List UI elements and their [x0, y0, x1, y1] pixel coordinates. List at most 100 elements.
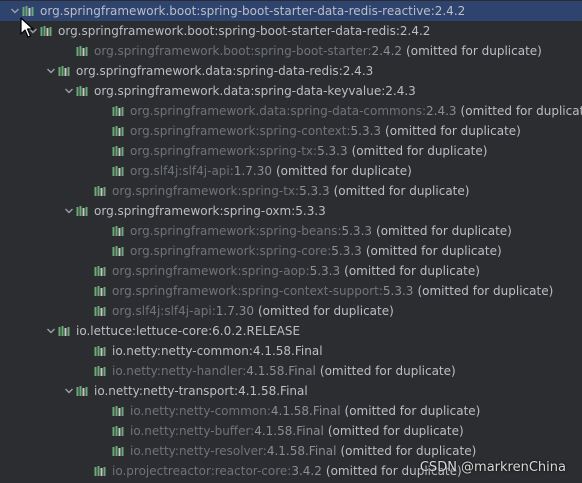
- tree-row[interactable]: org.springframework:spring-context:5.3.3…: [0, 121, 582, 141]
- dependency-artifact: netty-common: [178, 404, 267, 418]
- omitted-note: (omitted for duplicate): [275, 164, 412, 178]
- library-icon: [112, 101, 126, 121]
- dependency-artifact: spring-core: [259, 244, 328, 258]
- watermark: CSDN @markrenChina: [419, 460, 566, 475]
- omitted-note: (omitted for duplicate): [460, 104, 582, 118]
- tree-row[interactable]: org.springframework.boot:spring-boot-sta…: [0, 41, 582, 61]
- omitted-note: (omitted for duplicate): [327, 424, 464, 438]
- dependency-group: org.springframework: [130, 224, 256, 238]
- library-icon: [112, 401, 126, 421]
- tree-row[interactable]: org.springframework:spring-tx:5.3.3 (omit…: [0, 181, 582, 201]
- dependency-group: org.springframework.boot: [94, 44, 251, 58]
- tree-row[interactable]: org.springframework:spring-oxm:5.3.3: [0, 201, 582, 221]
- tree-row[interactable]: org.springframework.data:spring-data-red…: [0, 61, 582, 81]
- dependency-artifact: spring-tx: [259, 144, 314, 158]
- dependency-coordinate: org.springframework.boot:spring-boot-sta…: [58, 24, 430, 38]
- library-icon: [58, 61, 72, 81]
- library-icon: [94, 361, 108, 381]
- tree-row[interactable]: org.springframework.boot:spring-boot-sta…: [0, 21, 582, 41]
- library-icon: [112, 441, 126, 461]
- dependency-artifact: reactor-core: [214, 464, 288, 478]
- dependency-version: 5.3.3: [309, 264, 341, 278]
- library-icon: [112, 141, 126, 161]
- tree-row[interactable]: org.springframework:spring-aop:5.3.3 (omi…: [0, 261, 582, 281]
- dependency-version: 3.4.2: [291, 464, 322, 478]
- library-icon: [112, 421, 126, 441]
- omitted-note: (omitted for duplicate): [344, 404, 481, 418]
- library-icon: [112, 121, 126, 141]
- dependency-artifact: spring-beans: [259, 224, 338, 238]
- chevron-down-icon[interactable]: [62, 81, 76, 101]
- tree-row[interactable]: io.lettuce:lettuce-core:6.0.2.RELEASE: [0, 321, 582, 341]
- library-icon: [94, 261, 108, 281]
- dependency-artifact: spring-data-keyvalue: [254, 84, 382, 98]
- library-icon: [94, 181, 108, 201]
- dependency-version: 2.4.3: [426, 104, 457, 118]
- tree-row[interactable]: io.netty:netty-resolver:4.1.58.Final (omi…: [0, 441, 582, 461]
- dependency-version: 2.4.3: [385, 84, 416, 98]
- dependency-artifact: spring-data-redis: [236, 64, 339, 78]
- library-icon: [112, 221, 126, 241]
- omitted-note: (omitted for duplicate): [417, 284, 554, 298]
- tree-row[interactable]: org.springframework:spring-tx:5.3.3 (omit…: [0, 141, 582, 161]
- dependency-version: 6.0.2.RELEASE: [212, 324, 301, 338]
- chevron-down-icon[interactable]: [62, 381, 76, 401]
- omitted-note: (omitted for duplicate): [344, 264, 480, 278]
- dependency-coordinate: org.springframework:spring-tx:5.3.3: [112, 184, 330, 198]
- dependency-artifact: lettuce-core: [136, 324, 209, 338]
- dependency-artifact: spring-boot-starter-data-redis-reactive: [200, 4, 431, 18]
- dependency-version: 5.3.3: [299, 184, 330, 198]
- library-icon: [112, 241, 126, 261]
- tree-row[interactable]: org.springframework.data:spring-data-key…: [0, 81, 582, 101]
- dependency-version: 2.4.2: [371, 44, 403, 58]
- dependency-version: 5.3.3: [341, 224, 373, 238]
- tree-row[interactable]: org.slf4j:slf4j-api:1.7.30 (omitted for d…: [0, 301, 582, 321]
- dependency-artifact: spring-context: [259, 124, 347, 138]
- library-icon: [40, 21, 54, 41]
- dependency-coordinate: io.netty:netty-transport:4.1.58.Final: [94, 384, 308, 398]
- tree-row[interactable]: org.springframework:spring-beans:5.3.3 (o…: [0, 221, 582, 241]
- omitted-note: (omitted for duplicate): [319, 364, 456, 378]
- dependency-coordinate: org.slf4j:slf4j-api:1.7.30: [130, 164, 272, 178]
- dependency-group: org.slf4j: [112, 304, 161, 318]
- omitted-note: (omitted for duplicate): [385, 124, 521, 138]
- chevron-down-icon[interactable]: [44, 321, 58, 341]
- dependency-group: org.springframework.data: [76, 64, 233, 78]
- dependency-coordinate: org.springframework:spring-aop:5.3.3: [112, 264, 340, 278]
- tree-row[interactable]: org.slf4j:slf4j-api:1.7.30 (omitted for d…: [0, 161, 582, 181]
- dependency-coordinate: io.projectreactor:reactor-core:3.4.2: [112, 464, 322, 478]
- dependency-version: 2.4.2: [399, 24, 431, 38]
- omitted-note: (omitted for duplicate): [365, 244, 502, 258]
- tree-row[interactable]: io.netty:netty-common:4.1.58.Final: [0, 341, 582, 361]
- chevron-down-icon[interactable]: [44, 61, 58, 81]
- tree-row[interactable]: org.springframework.data:spring-data-com…: [0, 101, 582, 121]
- dependency-version: 5.3.3: [382, 284, 414, 298]
- dependency-artifact: spring-boot-starter-data-redis: [218, 24, 396, 38]
- tree-row[interactable]: io.netty:netty-common:4.1.58.Final (omitt…: [0, 401, 582, 421]
- library-icon: [94, 341, 108, 361]
- tree-row[interactable]: org.springframework:spring-context-suppo…: [0, 281, 582, 301]
- dependency-coordinate: org.springframework:spring-context:5.3.3: [130, 124, 381, 138]
- chevron-down-icon[interactable]: [62, 201, 76, 221]
- dependency-group: org.springframework: [112, 264, 238, 278]
- tree-row[interactable]: org.springframework.boot:spring-boot-sta…: [0, 1, 582, 21]
- dependency-coordinate: org.springframework:spring-oxm:5.3.3: [94, 204, 326, 218]
- dependency-group: org.springframework: [112, 184, 238, 198]
- tree-row[interactable]: org.springframework:spring-core:5.3.3 (om…: [0, 241, 582, 261]
- tree-row[interactable]: io.netty:netty-transport:4.1.58.Final: [0, 381, 582, 401]
- omitted-note: (omitted for duplicate): [340, 444, 477, 458]
- dependency-artifact: spring-boot-starter: [254, 44, 368, 58]
- dependency-group: io.netty: [130, 424, 175, 438]
- library-icon: [58, 321, 72, 341]
- dependency-version: 4.1.58.Final: [266, 444, 337, 458]
- dependency-coordinate: org.slf4j:slf4j-api:1.7.30: [112, 304, 254, 318]
- dependency-artifact: spring-aop: [241, 264, 306, 278]
- library-icon: [76, 41, 90, 61]
- tree-row[interactable]: io.netty:netty-buffer:4.1.58.Final (omitt…: [0, 421, 582, 441]
- library-icon: [112, 161, 126, 181]
- dependency-group: io.netty: [112, 364, 157, 378]
- dependency-tree: org.springframework.boot:spring-boot-sta…: [0, 0, 582, 483]
- tree-row[interactable]: io.netty:netty-handler:4.1.58.Final (omit…: [0, 361, 582, 381]
- dependency-group: org.springframework: [130, 144, 256, 158]
- dependency-artifact: netty-resolver: [178, 444, 263, 458]
